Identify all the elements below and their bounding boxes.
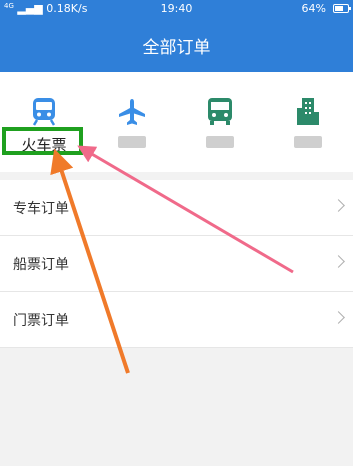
page-title: 全部订单	[142, 38, 211, 58]
list-item[interactable]: 专车订单	[0, 180, 353, 236]
category-bus[interactable]	[176, 72, 264, 172]
highlight-box	[2, 127, 83, 155]
list-item-label: 专车订单	[13, 201, 69, 217]
category-train[interactable]: 火车票	[0, 72, 88, 172]
category-label-blurred	[206, 136, 234, 148]
header-bar: 全部订单	[0, 18, 353, 72]
category-ticket[interactable]	[264, 72, 352, 172]
bus-icon	[208, 98, 232, 125]
order-list: 专车订单 船票订单 门票订单	[0, 180, 353, 348]
category-flight[interactable]	[88, 72, 176, 172]
category-label-blurred	[294, 136, 322, 148]
list-item-label: 门票订单	[13, 313, 69, 329]
status-bar: 4G ▂▄▆ 0.18K/s 19:40 64%	[0, 0, 353, 18]
category-label-blurred	[118, 136, 146, 148]
clock: 19:40	[160, 2, 193, 15]
chevron-right-icon	[332, 311, 345, 324]
chevron-right-icon	[332, 199, 345, 212]
category-bar: 火车票	[0, 72, 353, 172]
battery-icon	[333, 4, 351, 13]
list-item[interactable]: 门票订单	[0, 292, 353, 348]
plane-icon	[119, 99, 145, 125]
chevron-right-icon	[332, 255, 345, 268]
building-icon	[297, 98, 319, 125]
list-item-label: 船票订单	[13, 257, 69, 273]
battery-fill	[335, 6, 343, 11]
train-icon	[32, 98, 56, 126]
battery-percent: 64%	[301, 2, 326, 15]
list-item[interactable]: 船票订单	[0, 236, 353, 292]
